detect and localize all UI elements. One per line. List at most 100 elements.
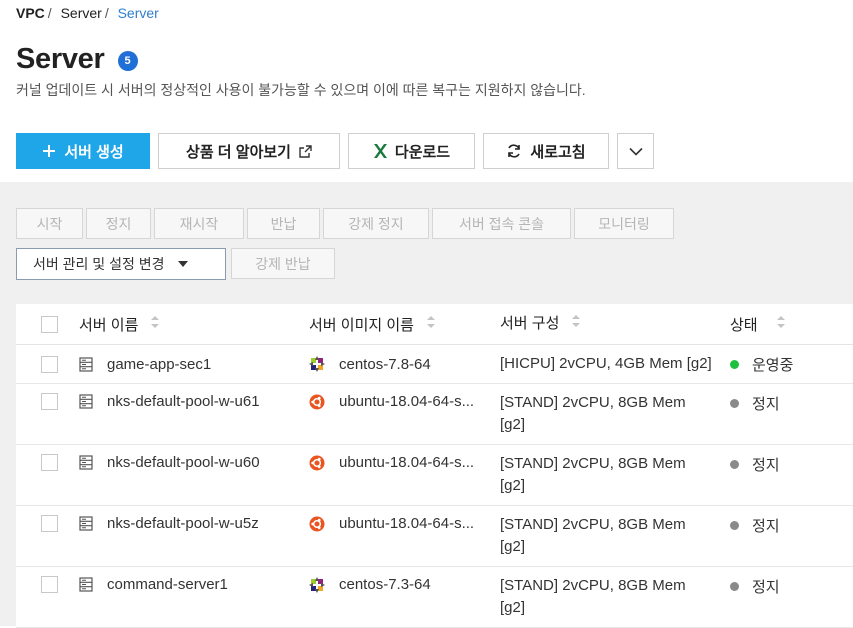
centos-icon (309, 356, 325, 372)
server-console-button[interactable]: 서버 접속 콘솔 (432, 208, 571, 239)
server-name[interactable]: nks-default-pool-w-u60 (107, 454, 260, 471)
breadcrumb-server[interactable]: Server (61, 5, 102, 21)
server-status: 운영중 (752, 356, 794, 374)
server-spec-line1: [STAND] 2vCPU, 8GB Mem (500, 577, 686, 594)
server-status-cell: 정지 (730, 384, 853, 414)
server-status: 정지 (752, 457, 780, 474)
header-status-label: 상태 (730, 316, 758, 334)
force-return-button[interactable]: 강제 반납 (231, 248, 335, 279)
force-stop-button[interactable]: 강제 정지 (323, 208, 429, 239)
server-manage-dropdown[interactable]: 서버 관리 및 설정 변경 (16, 248, 226, 280)
header-image-label: 서버 이미지 이름 (309, 316, 414, 334)
stop-button[interactable]: 정지 (86, 208, 151, 239)
server-image-name: centos-7.3-64 (339, 576, 431, 593)
header-spec-label: 서버 구성 (500, 315, 560, 332)
server-spec-line1: [HICPU] 2vCPU, 4GB Mem [g2] (500, 355, 712, 372)
header-image[interactable]: 서버 이미지 이름 (309, 314, 500, 335)
server-image-name: ubuntu-18.04-64-s... (339, 393, 475, 410)
refresh-button[interactable]: 새로고침 (483, 133, 609, 169)
sort-icon[interactable] (150, 315, 160, 333)
server-status-cell: 정지 (730, 567, 853, 597)
server-icon (79, 455, 93, 470)
header-status[interactable]: 상태 (730, 314, 853, 335)
download-button[interactable]: 다운로드 (348, 133, 475, 169)
refresh-icon (506, 143, 522, 159)
server-status: 정지 (752, 518, 780, 535)
status-dot-stopped (730, 460, 739, 469)
more-options-button[interactable] (617, 133, 654, 169)
breadcrumb-current[interactable]: Server (118, 5, 159, 21)
ubuntu-icon (309, 516, 325, 532)
server-status-cell: 운영중 (730, 354, 853, 375)
row-checkbox[interactable] (41, 576, 58, 593)
create-server-button[interactable]: 서버 생성 (16, 133, 150, 169)
sort-icon[interactable] (426, 315, 436, 333)
header-checkbox-cell (16, 315, 79, 333)
table-row[interactable]: nks-default-pool-w-u60 ubuntu-18.04-64-s… (16, 445, 853, 506)
server-status: 정지 (752, 579, 780, 596)
row-checkbox-cell (16, 384, 79, 410)
status-dot-running (730, 359, 739, 369)
header-name[interactable]: 서버 이름 (79, 314, 309, 335)
server-spec-cell: [STAND] 2vCPU, 8GB Mem [g2] (500, 383, 730, 436)
server-spec-line2: [g2] (500, 477, 526, 494)
row-checkbox[interactable] (41, 454, 58, 471)
chevron-down-icon (628, 143, 643, 160)
row-checkbox[interactable] (41, 355, 58, 373)
server-name-cell: nks-default-pool-w-u61 (79, 384, 309, 410)
manage-row: 서버 관리 및 설정 변경 강제 반납 (16, 248, 338, 280)
row-checkbox[interactable] (41, 515, 58, 532)
server-name[interactable]: game-app-sec1 (107, 356, 211, 373)
server-image-name: ubuntu-18.04-64-s... (339, 515, 475, 532)
server-name[interactable]: nks-default-pool-w-u61 (107, 393, 260, 410)
server-status-cell: 정지 (730, 445, 853, 475)
breadcrumb-separator: / (104, 5, 109, 21)
server-image-cell: ubuntu-18.04-64-s... (309, 445, 500, 471)
server-status-cell: 정지 (730, 506, 853, 536)
title-row: Server 5 (16, 43, 138, 76)
server-image-cell: centos-7.3-64 (309, 567, 500, 593)
server-spec-cell: [STAND] 2vCPU, 8GB Mem [g2] (500, 566, 730, 619)
table-row[interactable]: nks-default-pool-w-u61 ubuntu-18.04-64-s… (16, 384, 853, 445)
server-name[interactable]: nks-default-pool-w-u5z (107, 515, 259, 532)
header-spec[interactable]: 서버 구성 (500, 313, 730, 335)
server-manage-label: 서버 관리 및 설정 변경 (33, 256, 165, 272)
server-list-panel: 시작 정지 재시작 반납 강제 정지 서버 접속 콘솔 모니터링 서버 관리 및… (0, 182, 853, 628)
select-all-checkbox[interactable] (41, 315, 58, 333)
start-button[interactable]: 시작 (16, 208, 83, 239)
row-checkbox-cell (16, 355, 79, 373)
caret-down-icon (178, 261, 189, 267)
page-title: Server (16, 43, 105, 75)
create-server-label: 서버 생성 (64, 143, 124, 161)
breadcrumb-separator: / (47, 5, 52, 21)
ubuntu-icon (309, 394, 325, 410)
server-image-cell: centos-7.8-64 (309, 356, 500, 373)
row-checkbox-cell (16, 445, 79, 471)
refresh-label: 새로고침 (530, 143, 586, 161)
table-row[interactable]: command-server1 centos-7.3-64 [STAND] 2v… (16, 567, 853, 628)
server-name[interactable]: command-server1 (107, 576, 228, 593)
server-image-name: centos-7.8-64 (339, 355, 431, 373)
sort-icon[interactable] (776, 315, 786, 333)
server-spec-cell: [STAND] 2vCPU, 8GB Mem [g2] (500, 505, 730, 558)
learn-more-label: 상품 더 알아보기 (186, 143, 291, 161)
server-spec-line1: [STAND] 2vCPU, 8GB Mem (500, 455, 686, 472)
server-count-badge: 5 (117, 50, 138, 71)
table-row[interactable]: game-app-sec1 centos-7.8-64 [HICPU] 2vCP… (16, 345, 853, 384)
table-header: 서버 이름 서버 이미지 이름 서버 구성 상태 (16, 304, 853, 345)
server-icon (79, 394, 93, 409)
server-spec-cell: [STAND] 2vCPU, 8GB Mem [g2] (500, 444, 730, 497)
sort-icon[interactable] (571, 313, 581, 335)
external-link-icon (299, 144, 312, 158)
table-row[interactable]: nks-default-pool-w-u5z ubuntu-18.04-64-s… (16, 506, 853, 567)
row-checkbox-cell (16, 506, 79, 532)
row-checkbox-cell (16, 567, 79, 593)
header-name-label: 서버 이름 (79, 316, 139, 334)
learn-more-button[interactable]: 상품 더 알아보기 (158, 133, 340, 169)
excel-icon (373, 143, 387, 159)
breadcrumb-vpc[interactable]: VPC (16, 5, 45, 21)
restart-button[interactable]: 재시작 (154, 208, 244, 239)
row-checkbox[interactable] (41, 393, 58, 410)
monitoring-button[interactable]: 모니터링 (574, 208, 674, 239)
return-button[interactable]: 반납 (247, 208, 320, 239)
